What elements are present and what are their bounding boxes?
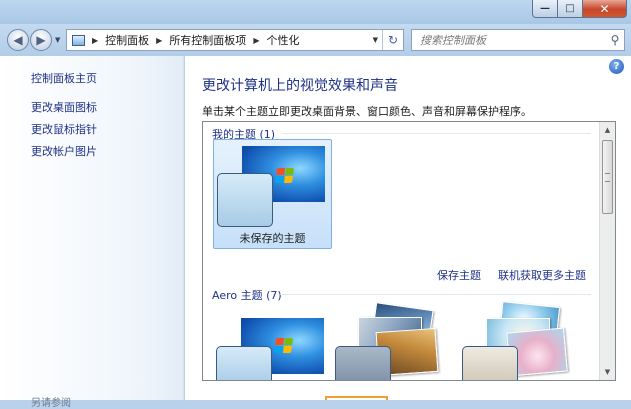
theme-name: 未保存的主题: [239, 232, 306, 245]
page-description: 单击某个主题立即更改桌面背景、窗口颜色、声音和屏幕保护程序。: [202, 105, 532, 118]
close-button[interactable]: ✕: [583, 0, 627, 18]
navigation-bar: ◀ ▶ ▼ ▶ 控制面板 ▶ 所有控制面板项 ▶ 个性化 ▼ ↻ ⚲: [0, 24, 631, 56]
breadcrumb-separator-icon[interactable]: ▶: [92, 36, 98, 45]
window-color-preview: [335, 346, 391, 380]
window-color-preview: [462, 346, 518, 380]
scroll-thumb[interactable]: [602, 140, 613, 214]
breadcrumb-personalization[interactable]: 个性化: [266, 32, 299, 48]
forward-button[interactable]: ▶: [30, 29, 52, 51]
scroll-down-icon[interactable]: ▼: [600, 364, 615, 380]
selection-indicator: [325, 396, 388, 400]
refresh-icon[interactable]: ↻: [382, 30, 403, 50]
theme-list-scrollbar[interactable]: ▲ ▼: [599, 122, 615, 380]
task-pane: 控制面板主页 更改桌面图标 更改鼠标指针 更改帐户图片 另请参阅: [0, 56, 184, 409]
task-links: 更改桌面图标 更改鼠标指针 更改帐户图片: [31, 101, 97, 167]
title-bar: — □ ✕: [0, 0, 631, 24]
get-more-themes-online-link[interactable]: 联机获取更多主题: [498, 267, 586, 283]
group-divider: [283, 133, 591, 134]
theme-tile-unsaved[interactable]: 未保存的主题: [213, 139, 332, 249]
page-title: 更改计算机上的视觉效果和声音: [202, 78, 398, 94]
breadcrumb-control-panel[interactable]: 控制面板: [105, 32, 149, 48]
control-panel-home-link[interactable]: 控制面板主页: [31, 70, 97, 86]
window-controls: — □ ✕: [532, 0, 627, 18]
window-color-preview: [217, 173, 273, 227]
change-desktop-icons-link[interactable]: 更改桌面图标: [31, 101, 97, 123]
change-account-picture-link[interactable]: 更改帐户图片: [31, 145, 97, 167]
see-also-heading: 另请参阅: [31, 398, 71, 409]
scroll-up-icon[interactable]: ▲: [600, 122, 615, 138]
back-button[interactable]: ◀: [7, 29, 29, 51]
recent-pages-dropdown-icon[interactable]: ▼: [55, 36, 60, 44]
search-box[interactable]: ⚲: [411, 29, 625, 51]
save-theme-link[interactable]: 保存主题: [437, 267, 481, 283]
search-input[interactable]: [418, 30, 606, 50]
back-arrow-icon: ◀: [13, 33, 23, 47]
theme-list[interactable]: 我的主题 (1) 未保存的主题 保存主题 联机获取更多主题 Aero 主题 (7…: [202, 121, 616, 381]
windows-logo-icon: [275, 168, 295, 184]
maximize-button[interactable]: □: [558, 0, 583, 18]
main-content: ? 更改计算机上的视觉效果和声音 单击某个主题立即更改桌面背景、窗口颜色、声音和…: [185, 56, 631, 400]
change-mouse-pointers-link[interactable]: 更改鼠标指针: [31, 123, 97, 145]
control-panel-icon: [72, 34, 85, 46]
breadcrumb-all-items[interactable]: 所有控制面板项: [169, 32, 246, 48]
breadcrumb-separator-icon[interactable]: ▶: [156, 36, 162, 45]
minimize-button[interactable]: —: [532, 0, 558, 18]
help-icon[interactable]: ?: [609, 59, 624, 74]
aero-theme-architecture[interactable]: [333, 300, 452, 380]
group-divider: [280, 294, 591, 295]
aero-theme-windows7[interactable]: [213, 300, 332, 380]
aero-theme-characters[interactable]: [458, 300, 593, 380]
forward-arrow-icon: ▶: [36, 33, 46, 47]
window-color-preview: [216, 346, 272, 380]
breadcrumb-separator-icon[interactable]: ▶: [253, 36, 259, 45]
address-bar[interactable]: ▶ 控制面板 ▶ 所有控制面板项 ▶ 个性化 ▼ ↻: [66, 29, 404, 51]
windows-logo-icon: [274, 338, 294, 354]
address-dropdown-icon[interactable]: ▼: [373, 36, 378, 44]
search-icon[interactable]: ⚲: [606, 33, 624, 47]
